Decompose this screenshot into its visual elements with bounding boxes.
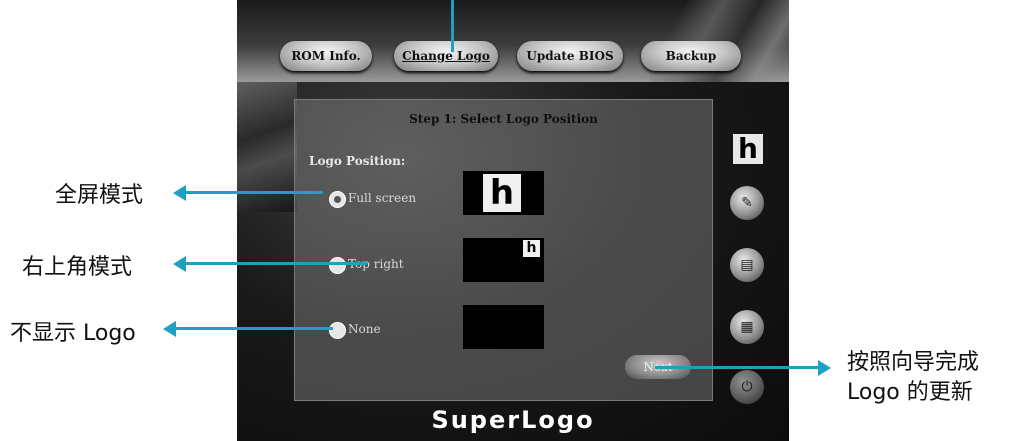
preview-top-right: h (463, 238, 544, 282)
callout-wizard-line2: Logo 的更新 (847, 380, 973, 405)
h-logo-small-icon: h (523, 240, 540, 257)
preview-full-screen: h (463, 171, 544, 215)
h-logo-icon: h (483, 174, 521, 212)
logo-position-label: Logo Position: (309, 154, 406, 168)
superlogo-window: ROM Info. Change Logo Update BIOS Backup… (237, 0, 789, 441)
logo-icon[interactable]: h (733, 134, 763, 164)
callout-topright: 右上角模式 (22, 255, 133, 280)
file-icon[interactable]: ▤ (730, 248, 764, 282)
callout-fullscreen: 全屏模式 (55, 183, 144, 208)
tab-rom-info[interactable]: ROM Info. (280, 41, 372, 71)
option-none-label: None (348, 322, 381, 336)
callout-wizard-line1: 按照向导完成 (847, 350, 980, 375)
radio-full-screen[interactable] (329, 191, 346, 208)
superlogo-brand: SuperLogo (431, 406, 595, 434)
arrow-right-icon (818, 360, 831, 376)
callout-line-topright (185, 262, 367, 265)
edit-icon[interactable]: ✎ (730, 186, 764, 220)
logo-position-panel: Step 1: Select Logo Position Logo Positi… (294, 99, 713, 401)
callout-none: 不显示 Logo (10, 321, 136, 346)
callout-line-wizard (655, 366, 818, 369)
option-full-screen-label: Full screen (348, 191, 417, 205)
chip-icon[interactable]: ▦ (730, 310, 764, 344)
panel-title: Step 1: Select Logo Position (409, 112, 598, 126)
tab-backup[interactable]: Backup (641, 41, 741, 71)
tab-change-logo[interactable]: Change Logo (394, 41, 498, 71)
callout-line-fullscreen (185, 191, 323, 194)
preview-none (463, 305, 544, 349)
callout-line-none (175, 327, 333, 330)
callout-line-change-logo (451, 0, 454, 52)
radio-none[interactable] (329, 322, 346, 339)
radio-top-right[interactable] (329, 257, 346, 274)
power-icon[interactable]: ⏻ (730, 370, 764, 404)
tab-update-bios[interactable]: Update BIOS (517, 41, 623, 71)
